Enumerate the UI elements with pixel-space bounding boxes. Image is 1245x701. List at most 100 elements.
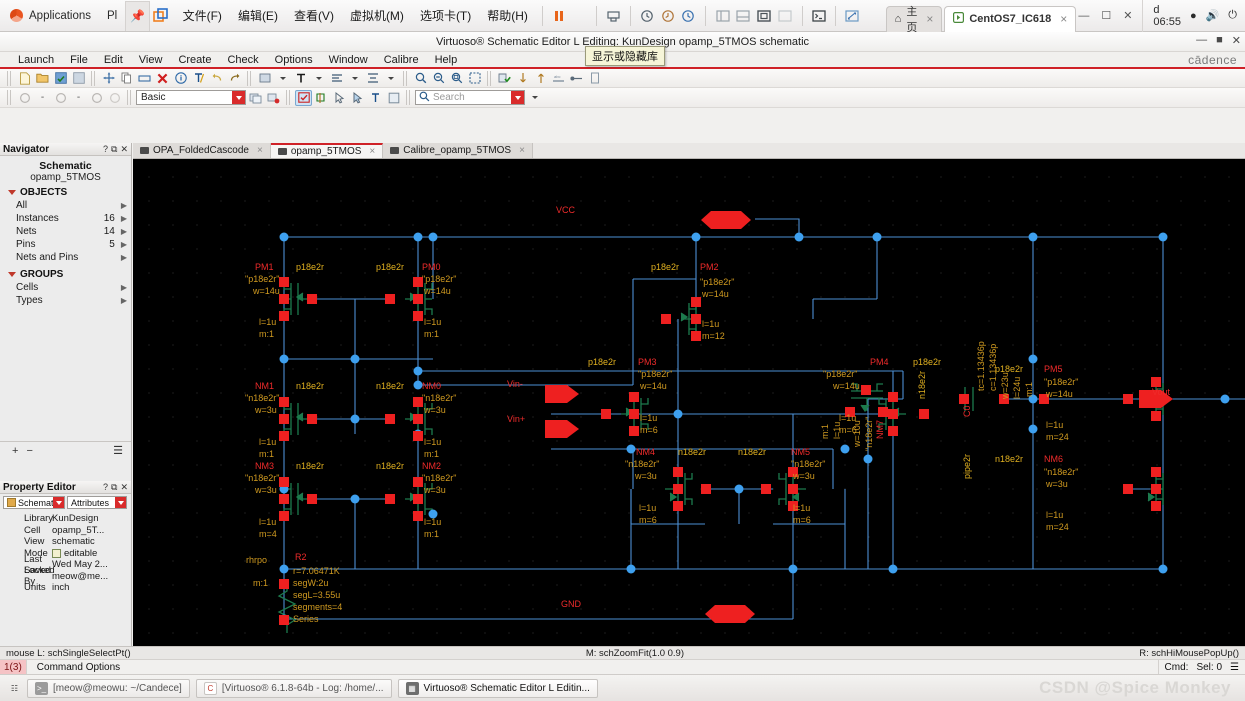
vm-tab-home[interactable]: ⌂ 主页 × [886, 6, 943, 32]
chevron-right-icon[interactable]: ▶ [121, 283, 127, 292]
chevron-down-icon[interactable] [53, 497, 64, 508]
nav-item-all[interactable]: All ▶ [0, 199, 131, 212]
terminal-icon[interactable] [808, 4, 829, 28]
property-value[interactable]: inch [52, 582, 69, 593]
menu-edit[interactable]: Edit [96, 54, 131, 66]
menu-check[interactable]: Check [219, 54, 266, 66]
pin-label-gnd[interactable]: GND [561, 599, 581, 609]
maximize-icon[interactable]: ■ [1216, 34, 1223, 47]
nav-item-nets-and-pins[interactable]: Nets and Pins ▶ [0, 251, 131, 264]
open-file-icon[interactable] [34, 70, 51, 86]
ascend-icon[interactable] [532, 70, 549, 86]
device-ref-pm0[interactable]: PM0 [422, 262, 441, 272]
distribute-dropdown-icon[interactable] [382, 70, 399, 86]
view-detach-icon[interactable] [775, 4, 796, 28]
add-icon[interactable]: + [12, 445, 18, 457]
navigator-group-groups[interactable]: GROUPS [0, 267, 131, 281]
tab-calibre-opamp-5tmos[interactable]: Calibre_opamp_5TMOS × [383, 143, 533, 158]
zoom-out-icon[interactable] [430, 70, 447, 86]
clock-label[interactable]: d 06:55 [1153, 4, 1181, 28]
toolbar-grip[interactable] [7, 71, 12, 86]
save-all-icon[interactable] [70, 70, 87, 86]
close-icon[interactable]: × [519, 145, 525, 156]
chevron-right-icon[interactable]: ▶ [121, 227, 127, 236]
close-icon[interactable]: × [369, 146, 375, 157]
vm-menu-view[interactable]: 查看(V) [286, 4, 342, 27]
shape-circle3-icon[interactable] [88, 90, 105, 106]
create-label-icon[interactable] [292, 70, 309, 86]
vm-menu-tabs[interactable]: 选项卡(T) [412, 4, 479, 27]
chevron-down-icon[interactable] [115, 497, 126, 508]
nav-item-types[interactable]: Types ▶ [0, 294, 131, 307]
vm-menu-virtual-machine[interactable]: 虚拟机(M) [342, 4, 412, 27]
property-value[interactable]: schematic [52, 536, 95, 547]
resize-grip-icon[interactable]: ☰ [1230, 662, 1239, 673]
property-value[interactable]: meow@me... [52, 571, 108, 582]
vm-menu-edit[interactable]: 编辑(E) [230, 4, 286, 27]
resize-grip-icon[interactable]: ☰ [113, 444, 131, 457]
snapshot-manager-icon[interactable] [679, 4, 700, 28]
undock-icon[interactable]: ⧉ [111, 144, 117, 155]
copy-to-clipboard-icon[interactable] [385, 90, 402, 106]
menu-options[interactable]: Options [267, 54, 321, 66]
search-options-dropdown-icon[interactable] [526, 90, 543, 106]
device-ref-pm3[interactable]: PM3 [638, 357, 657, 367]
menu-create[interactable]: Create [170, 54, 219, 66]
view-fullscreen-icon[interactable] [754, 4, 775, 28]
nav-item-nets[interactable]: Nets 14 ▶ [0, 225, 131, 238]
device-ref-pm5[interactable]: PM5 [1044, 364, 1063, 374]
property-tab-attributes[interactable]: Attributes [67, 496, 127, 509]
vm-tab-centos[interactable]: CentOS7_IC618 × [944, 6, 1076, 32]
delete-mode-icon[interactable] [265, 90, 282, 106]
nav-item-pins[interactable]: Pins 5 ▶ [0, 238, 131, 251]
close-icon[interactable]: × [926, 12, 933, 26]
pin-label-vin-minus[interactable]: Vin- [507, 379, 523, 389]
minimize-icon[interactable]: — [1078, 10, 1089, 22]
menu-view[interactable]: View [131, 54, 171, 66]
close-icon[interactable]: ✕ [1232, 34, 1241, 47]
pause-icon[interactable] [549, 4, 570, 28]
pause-dropdown-icon[interactable] [570, 4, 591, 28]
revert-snapshot-icon[interactable] [658, 4, 679, 28]
hierarchy-icon[interactable] [586, 70, 603, 86]
tab-opamp-5tmos[interactable]: opamp_5TMOS × [271, 143, 383, 158]
select-all-icon[interactable] [295, 90, 312, 106]
vm-menu-file[interactable]: 文件(F) [175, 4, 230, 27]
chevron-right-icon[interactable]: ▶ [121, 296, 127, 305]
device-ref-nm4[interactable]: NM4 [636, 447, 655, 457]
copy-icon[interactable] [118, 70, 135, 86]
remove-icon[interactable]: − [26, 445, 32, 457]
pin-icon[interactable]: 📌 [125, 1, 150, 31]
cursor-select-icon[interactable] [331, 90, 348, 106]
copy-mode-icon[interactable] [247, 90, 264, 106]
device-ref-nm7[interactable]: NM7 [875, 420, 885, 439]
device-ref-nm3[interactable]: NM3 [255, 461, 274, 471]
maximize-icon[interactable]: ☐ [1101, 9, 1111, 22]
cursor-deselect-icon[interactable] [349, 90, 366, 106]
toolbar-grip[interactable] [247, 71, 252, 86]
capacitor-ref-c0[interactable]: C0 [962, 405, 972, 417]
align-dropdown-icon[interactable] [346, 70, 363, 86]
task-virtuoso-log[interactable]: C [Virtuoso® 6.1.8-64b - Log: /home/... [196, 679, 392, 698]
device-ref-pm4[interactable]: PM4 [870, 357, 889, 367]
new-file-icon[interactable] [16, 70, 33, 86]
minimize-icon[interactable]: — [1196, 34, 1207, 47]
mode-combo[interactable]: Basic [136, 90, 246, 105]
zoom-region-icon[interactable] [466, 70, 483, 86]
navigator-group-objects[interactable]: OBJECTS [0, 185, 131, 199]
zoom-fit-icon[interactable] [448, 70, 465, 86]
nav-item-instances[interactable]: Instances 16 ▶ [0, 212, 131, 225]
toolbar-grip[interactable] [7, 90, 12, 105]
return-icon[interactable] [568, 70, 585, 86]
move-icon[interactable] [100, 70, 117, 86]
device-ref-nm1[interactable]: NM1 [255, 381, 274, 391]
undock-icon[interactable]: ⧉ [111, 482, 117, 493]
power-icon[interactable]: ⏻ [1228, 9, 1237, 22]
select-text-icon[interactable] [367, 90, 384, 106]
menu-file[interactable]: File [62, 54, 96, 66]
check-and-save-icon[interactable] [496, 70, 513, 86]
snapshot-icon[interactable] [637, 4, 658, 28]
property-tab-schematic[interactable]: Schemati [3, 496, 65, 509]
device-ref-nm2[interactable]: NM2 [422, 461, 441, 471]
toolbar-grip[interactable] [406, 90, 411, 105]
